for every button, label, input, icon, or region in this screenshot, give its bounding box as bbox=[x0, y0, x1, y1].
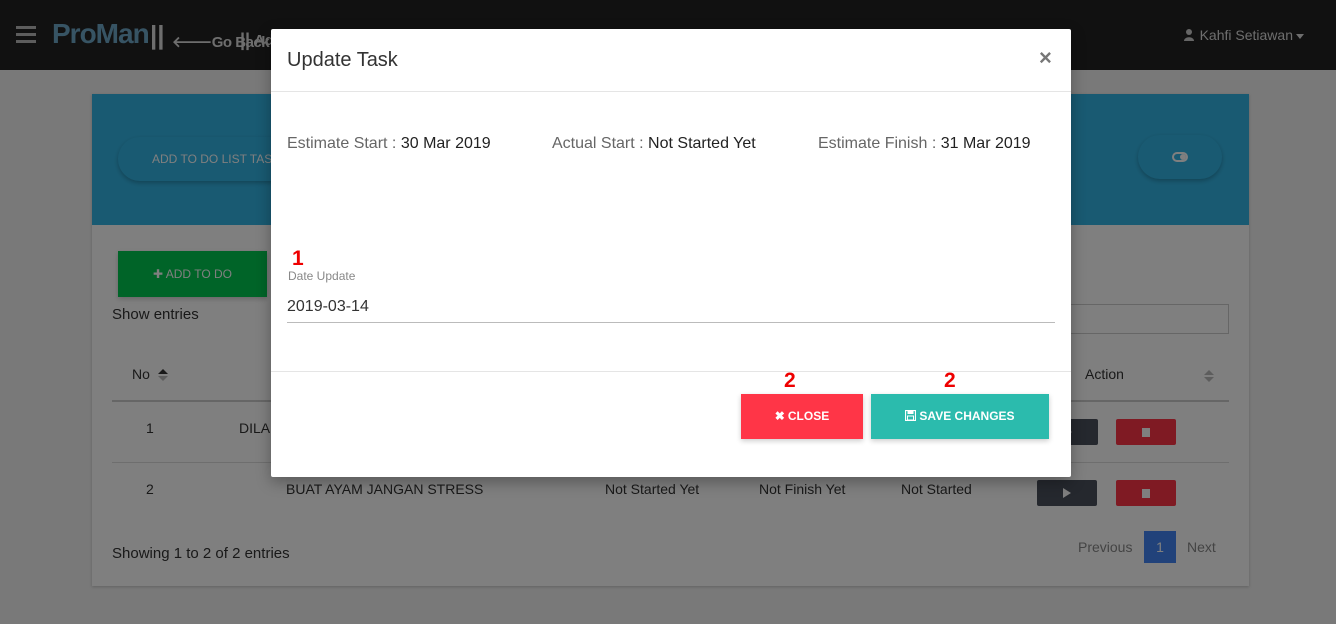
update-task-modal: Update Task × Estimate Start : 30 Mar 20… bbox=[271, 29, 1071, 477]
modal-title: Update Task bbox=[287, 49, 398, 71]
estimate-start-label: Estimate Start : bbox=[287, 135, 397, 152]
times-icon: ✖ bbox=[774, 409, 785, 423]
save-button-label: SAVE CHANGES bbox=[919, 409, 1015, 423]
estimate-start: Estimate Start : 30 Mar 2019 bbox=[287, 135, 491, 153]
modal-header-divider bbox=[271, 91, 1071, 92]
actual-start-label: Actual Start : bbox=[552, 135, 644, 152]
close-button[interactable]: ✖ CLOSE bbox=[741, 394, 863, 439]
estimate-finish-label: Estimate Finish : bbox=[818, 135, 937, 152]
date-update-label: Date Update bbox=[288, 269, 356, 283]
estimate-finish: Estimate Finish : 31 Mar 2019 bbox=[818, 135, 1031, 153]
annotation-marker-1: 1 bbox=[292, 247, 304, 270]
close-icon[interactable]: × bbox=[1039, 45, 1052, 71]
save-changes-button[interactable]: SAVE CHANGES bbox=[871, 394, 1049, 439]
annotation-marker-2: 2 bbox=[784, 369, 796, 392]
close-button-label: CLOSE bbox=[787, 409, 830, 423]
estimate-start-value: 30 Mar 2019 bbox=[400, 135, 491, 152]
estimate-finish-value: 31 Mar 2019 bbox=[940, 135, 1031, 152]
actual-start: Actual Start : Not Started Yet bbox=[552, 135, 756, 153]
date-update-input[interactable] bbox=[287, 291, 1055, 323]
save-icon bbox=[905, 410, 917, 421]
annotation-marker-2: 2 bbox=[944, 369, 956, 392]
actual-start-value: Not Started Yet bbox=[648, 135, 756, 152]
